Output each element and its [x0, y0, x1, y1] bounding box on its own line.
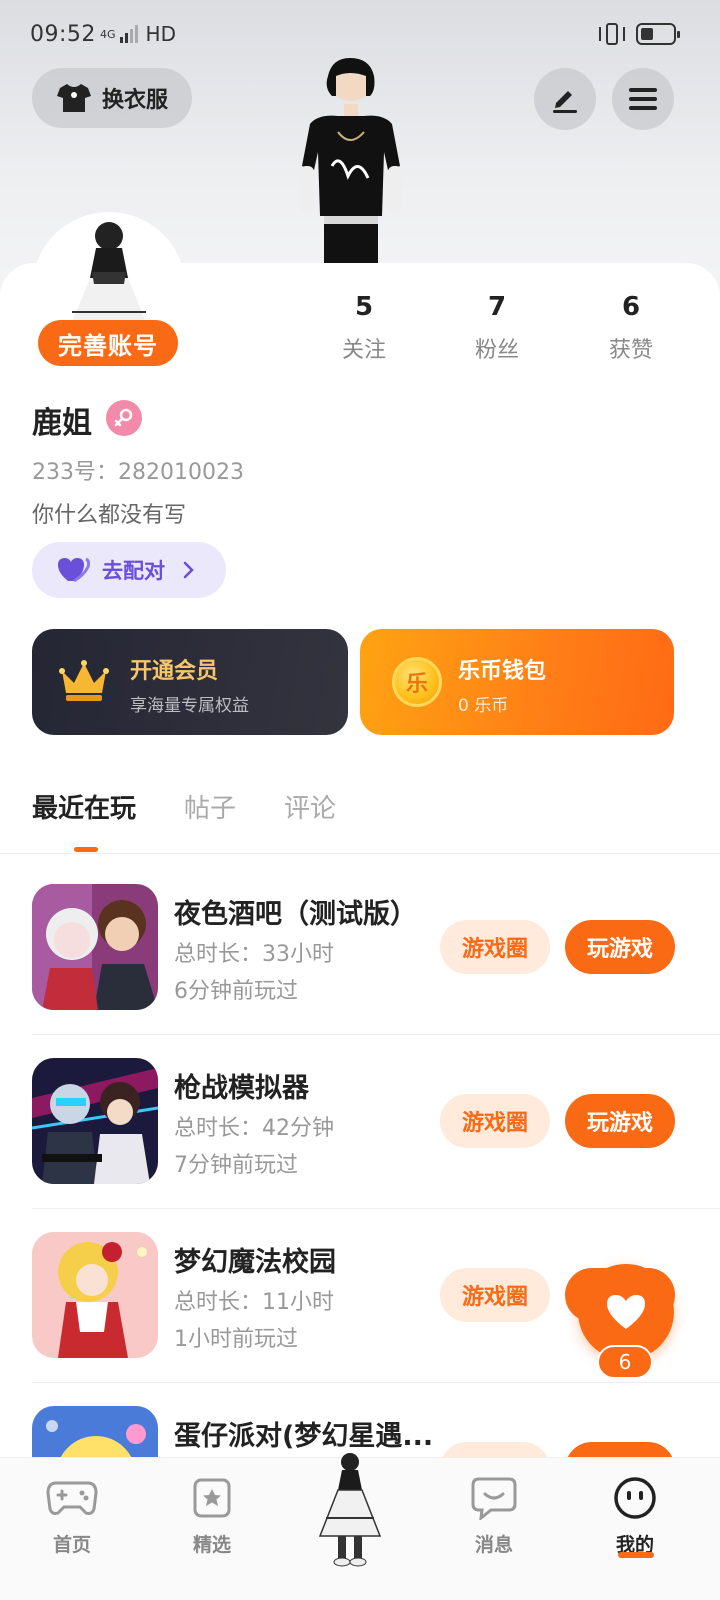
user-bio[interactable]: 你什么都没有写: [32, 497, 186, 529]
list-item[interactable]: 夜色酒吧（测试版） 总时长：33小时 6分钟前玩过 游戏圈 玩游戏: [0, 884, 720, 1058]
game-circle-button[interactable]: 游戏圈: [440, 1268, 550, 1322]
signal-icon: [119, 25, 138, 43]
game-thumbnail[interactable]: [32, 1058, 158, 1184]
nav-featured[interactable]: 精选: [162, 1476, 262, 1557]
complete-account-button[interactable]: 完善账号: [38, 320, 178, 366]
game-thumbnail[interactable]: [32, 884, 158, 1010]
nav-home[interactable]: 首页: [22, 1476, 122, 1557]
stat-fans-count: 7: [487, 292, 507, 322]
crown-icon: [59, 660, 109, 701]
tab-comments[interactable]: 评论: [284, 788, 336, 825]
wallet-title: 乐币钱包: [458, 659, 547, 684]
play-game-button[interactable]: 玩游戏: [565, 920, 675, 974]
nav-me[interactable]: 我的: [585, 1476, 685, 1558]
stat-likes[interactable]: 6 获赞: [581, 292, 681, 364]
pencil-icon: [553, 91, 577, 113]
game-last-played: 6分钟前玩过: [174, 979, 298, 1004]
smiley-face-icon: [614, 1477, 656, 1519]
username: 鹿姐: [32, 406, 92, 441]
star-card-icon: [193, 1478, 231, 1518]
game-circle-button[interactable]: 游戏圈: [440, 1094, 550, 1148]
stat-fans-label: 粉丝: [474, 338, 519, 363]
avatar-center-icon: [318, 1453, 382, 1567]
row-divider: [32, 1034, 720, 1035]
bottom-nav: 首页 精选 消息 我的: [0, 1453, 720, 1600]
game-title: 梦幻魔法校园: [174, 1247, 336, 1278]
heart-icon: [607, 1295, 645, 1329]
network-indicator: 4G HD: [100, 22, 176, 46]
game-last-played: 1小时前玩过: [174, 1327, 298, 1352]
heart-pair-icon: [58, 557, 90, 583]
nav-messages[interactable]: 消息: [444, 1476, 544, 1557]
wallet-balance: 0 乐币: [458, 696, 509, 716]
tab-posts[interactable]: 帖子: [184, 788, 236, 825]
row-divider: [32, 1208, 720, 1209]
vibrate-icon: [598, 22, 626, 46]
status-time: 09:52: [30, 22, 96, 47]
stat-following-count: 5: [354, 292, 374, 322]
like-count-badge: 6: [597, 1345, 653, 1379]
game-duration: 总时长：11小时: [174, 1290, 334, 1315]
nav-active-indicator: [618, 1552, 654, 1558]
match-button[interactable]: 去配对: [32, 542, 226, 598]
coin-icon: 乐: [392, 657, 442, 707]
menu-button[interactable]: [612, 68, 674, 130]
game-duration: 总时长：42分钟: [174, 1116, 334, 1141]
game-title: 枪战模拟器: [174, 1073, 309, 1104]
stat-following-label: 关注: [341, 338, 386, 363]
nav-messages-label: 消息: [474, 1534, 513, 1556]
match-label: 去配对: [102, 559, 165, 583]
tab-recent[interactable]: 最近在玩: [32, 788, 136, 825]
tabs-divider: [0, 853, 720, 854]
tshirt-icon: [56, 84, 91, 112]
play-game-button[interactable]: 玩游戏: [565, 1094, 675, 1148]
game-thumbnail[interactable]: [32, 1232, 158, 1358]
stat-following[interactable]: 5 关注: [314, 292, 414, 364]
status-icons: [598, 22, 680, 46]
wardrobe-button[interactable]: 换衣服: [32, 68, 192, 128]
battery-icon: [636, 23, 680, 45]
character-avatar[interactable]: [288, 56, 412, 266]
female-icon: [106, 400, 142, 436]
content-tabs: 最近在玩 帖子 评论: [32, 788, 336, 825]
wallet-card[interactable]: 乐 乐币钱包 0 乐币: [360, 629, 674, 735]
gamepad-icon: [46, 1481, 98, 1515]
row-divider: [32, 1382, 720, 1383]
game-title: 夜色酒吧（测试版）: [174, 899, 417, 930]
list-item[interactable]: 枪战模拟器 总时长：42分钟 7分钟前玩过 游戏圈 玩游戏: [0, 1058, 720, 1232]
vip-subtitle: 享海量专属权益: [130, 696, 249, 716]
nav-home-label: 首页: [52, 1534, 91, 1556]
game-circle-button[interactable]: 游戏圈: [440, 920, 550, 974]
chat-bubble-icon: [471, 1477, 517, 1520]
stat-fans[interactable]: 7 粉丝: [447, 292, 547, 364]
hd-indicator: HD: [145, 22, 176, 46]
user-id: 233号：282010023: [32, 460, 244, 485]
chevron-right-icon: [183, 561, 194, 579]
vip-title: 开通会员: [130, 659, 219, 684]
stat-likes-count: 6: [621, 292, 641, 322]
game-duration: 总时长：33小时: [174, 942, 334, 967]
wardrobe-label: 换衣服: [101, 88, 168, 113]
stat-likes-label: 获赞: [608, 338, 653, 363]
nav-featured-label: 精选: [192, 1534, 231, 1556]
vip-card[interactable]: 开通会员 享海量专属权益: [32, 629, 348, 735]
nav-avatar[interactable]: [300, 1446, 400, 1568]
network-type: 4G: [100, 27, 116, 41]
tab-indicator: [74, 847, 98, 852]
edit-profile-button[interactable]: [534, 68, 596, 130]
hamburger-menu-icon: [629, 88, 657, 110]
game-last-played: 7分钟前玩过: [174, 1153, 298, 1178]
